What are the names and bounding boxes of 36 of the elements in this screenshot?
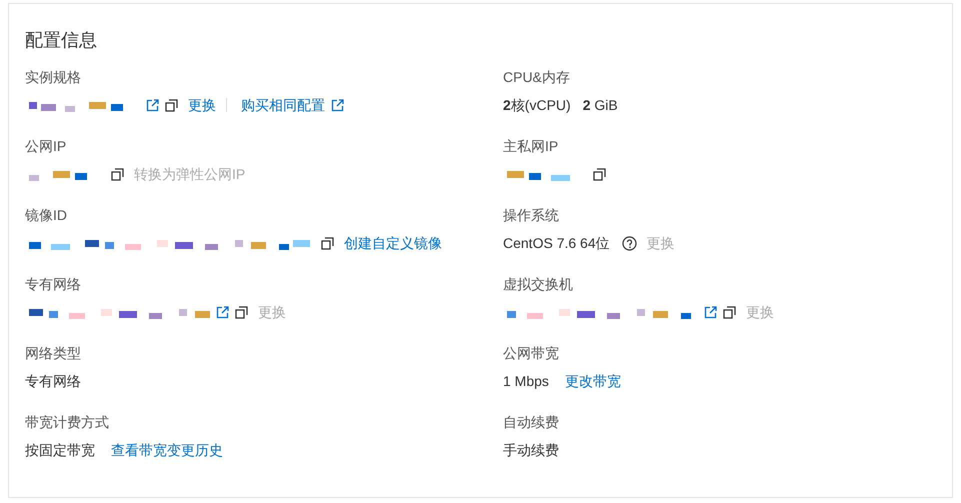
action-link[interactable]: 更换 xyxy=(188,95,216,115)
field-value: CentOS 7.6 64位 xyxy=(503,234,610,253)
field-value: 1 Mbps xyxy=(503,372,549,391)
field-label: 自动续费 xyxy=(503,413,560,431)
field-value: 专有网络 xyxy=(25,372,81,391)
field-value: 按固定带宽 xyxy=(25,441,95,460)
field-label: 带宽计费方式 xyxy=(25,413,110,431)
field-label: CPU&内存 xyxy=(503,68,571,86)
external-link-icon[interactable] xyxy=(331,98,344,112)
action-link[interactable]: 创建自定义镜像 xyxy=(344,233,442,253)
field-label: 公网IP xyxy=(25,137,68,155)
field-label: 虚拟交换机 xyxy=(503,275,574,293)
action-link[interactable]: 购买相同配置 xyxy=(241,95,325,115)
copy-icon[interactable] xyxy=(235,306,248,318)
external-link-icon[interactable] xyxy=(146,98,159,112)
field-label: 专有网络 xyxy=(25,275,82,293)
field-label: 镜像ID xyxy=(25,206,68,224)
copy-icon[interactable] xyxy=(723,306,736,318)
copy-icon[interactable] xyxy=(321,236,334,250)
field-label: 公网带宽 xyxy=(503,344,560,362)
field-value: 2核(vCPU) xyxy=(503,96,571,115)
field-label: 网络类型 xyxy=(25,344,82,362)
section-title: 配置信息 xyxy=(25,29,98,52)
field-label: 主私网IP xyxy=(503,137,560,155)
field-value: 2 GiB xyxy=(582,96,618,115)
field-label: 操作系统 xyxy=(503,206,560,224)
copy-icon[interactable] xyxy=(111,168,124,180)
external-link-icon[interactable] xyxy=(704,306,717,318)
field-value: 手动续费 xyxy=(503,441,559,460)
action-link[interactable]: 更改带宽 xyxy=(564,371,621,391)
copy-icon[interactable] xyxy=(165,98,178,112)
help-icon[interactable] xyxy=(622,236,637,250)
copy-icon[interactable] xyxy=(593,168,606,180)
field-label: 实例规格 xyxy=(25,68,82,86)
external-link-icon[interactable] xyxy=(216,306,229,318)
action-link[interactable]: 查看带宽变更历史 xyxy=(111,440,223,460)
